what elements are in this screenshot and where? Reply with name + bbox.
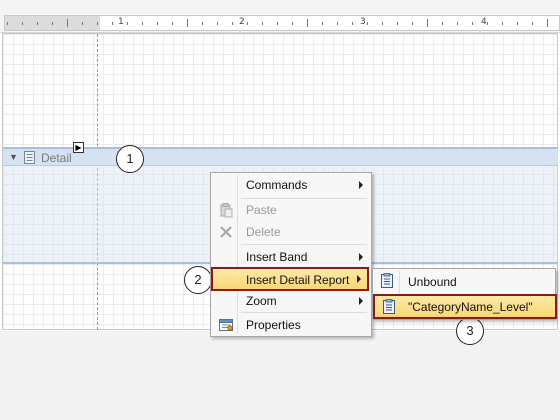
band-icon xyxy=(24,151,35,164)
ruler-tick xyxy=(22,22,23,25)
ruler-tick xyxy=(7,22,8,25)
ruler-tick xyxy=(322,22,323,25)
insert-detail-report-submenu: Unbound "CategoryName_Level" xyxy=(372,268,557,320)
menu-item-label: Insert Band xyxy=(246,250,308,264)
menu-item-label: Zoom xyxy=(246,294,277,308)
ruler-tick xyxy=(127,22,128,25)
callout-3: 3 xyxy=(456,317,484,345)
report-icon xyxy=(381,273,393,288)
menu-item-label: Insert Detail Report xyxy=(246,273,350,287)
ruler-tick xyxy=(82,22,83,25)
menu-item-insert-detail-report[interactable]: Insert Detail Report xyxy=(211,267,369,291)
ruler-tick xyxy=(142,22,143,25)
menu-item-label: Delete xyxy=(246,225,281,239)
menu-item-label: Commands xyxy=(246,178,308,192)
ruler-tick xyxy=(367,22,368,25)
ruler-tick xyxy=(157,22,158,25)
menu-item-paste[interactable]: Paste xyxy=(213,199,369,221)
ruler-tick xyxy=(532,22,533,25)
ruler-tick xyxy=(382,22,383,25)
ruler-tick xyxy=(247,22,248,25)
horizontal-ruler: 1 2 3 4 xyxy=(0,0,560,33)
delete-icon xyxy=(220,226,232,238)
callout-1: 1 xyxy=(116,145,144,173)
menu-item-label: Properties xyxy=(246,318,301,332)
context-menu: Commands Paste Delete Insert Band Insert… xyxy=(210,172,372,337)
ruler-number-1: 1 xyxy=(118,17,124,27)
menu-item-delete[interactable]: Delete xyxy=(213,221,369,243)
ruler-tick xyxy=(217,22,218,25)
menu-item-properties[interactable]: Properties xyxy=(213,314,369,336)
ruler-number-3: 3 xyxy=(360,17,366,27)
ruler-tick xyxy=(202,22,203,25)
ruler-number-2: 2 xyxy=(239,17,245,27)
ruler-tick xyxy=(352,22,353,25)
ruler-tick xyxy=(487,22,488,25)
ruler-tick xyxy=(277,22,278,25)
ruler-tick xyxy=(292,22,293,25)
properties-icon xyxy=(219,319,233,331)
ruler-tick xyxy=(172,22,173,25)
ruler-number-4: 4 xyxy=(481,17,487,27)
ruler-tick xyxy=(337,22,338,25)
ruler-tick xyxy=(472,22,473,25)
ruler-tick xyxy=(67,19,68,27)
report-icon xyxy=(383,299,395,314)
submenu-arrow-icon xyxy=(359,253,363,261)
ruler-tick xyxy=(502,22,503,25)
ruler-tick xyxy=(112,22,113,25)
ruler-tick xyxy=(457,22,458,25)
ruler-tick xyxy=(412,22,413,25)
ruler-tick xyxy=(187,19,188,27)
submenu-item-unbound[interactable]: Unbound xyxy=(374,270,556,293)
menu-separator xyxy=(241,244,367,245)
submenu-arrow-icon xyxy=(359,297,363,305)
detail-band-header[interactable]: ▼ Detail xyxy=(3,147,558,166)
ruler-tick xyxy=(37,22,38,25)
smart-tag-button[interactable]: ▶ xyxy=(73,142,84,153)
ruler-tick xyxy=(307,19,308,27)
paste-icon xyxy=(220,203,233,218)
menu-item-insert-band[interactable]: Insert Band xyxy=(213,246,369,268)
submenu-item-label: "CategoryName_Level" xyxy=(408,300,533,314)
ruler-tick xyxy=(442,22,443,25)
menu-item-commands[interactable]: Commands xyxy=(213,174,369,196)
ruler-tick xyxy=(97,22,98,25)
menu-separator xyxy=(241,312,367,313)
submenu-arrow-icon xyxy=(359,181,363,189)
submenu-arrow-icon xyxy=(357,275,361,283)
menu-item-label: Paste xyxy=(246,203,277,217)
ruler-tick xyxy=(517,22,518,25)
submenu-item-label: Unbound xyxy=(408,275,457,289)
ruler-tick xyxy=(52,22,53,25)
ruler-tick xyxy=(427,19,428,27)
designer-background xyxy=(0,331,560,420)
callout-2: 2 xyxy=(184,266,212,294)
detail-band-label: Detail xyxy=(41,151,72,165)
collapse-triangle-icon[interactable]: ▼ xyxy=(9,152,18,162)
ruler-tick xyxy=(232,22,233,25)
ruler-tick xyxy=(397,22,398,25)
ruler-tick xyxy=(547,19,548,27)
submenu-item-categoryname-level[interactable]: "CategoryName_Level" xyxy=(373,294,557,319)
menu-item-zoom[interactable]: Zoom xyxy=(213,290,369,312)
ruler-tick xyxy=(262,22,263,25)
ruler-strip: 1 2 3 4 xyxy=(4,15,560,31)
